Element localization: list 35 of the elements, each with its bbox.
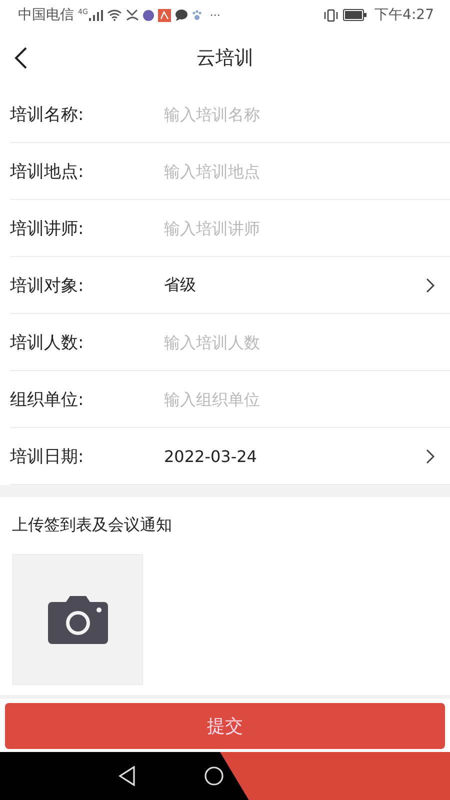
battery-icon — [342, 9, 367, 21]
missed-call-icon — [126, 9, 139, 21]
app-icon — [142, 10, 154, 20]
field-label: 培训人数: — [10, 332, 85, 354]
chat-bubble-icon — [174, 9, 188, 21]
paw-icon — [192, 10, 202, 20]
back-nav-icon[interactable] — [118, 766, 136, 786]
more-indicator: ··· — [210, 8, 220, 22]
camera-icon — [48, 596, 108, 644]
chevron-right-icon — [426, 278, 435, 292]
field-label: 培训名称: — [10, 104, 85, 126]
field-label: 培训地点: — [10, 160, 85, 182]
field-label: 培训对象: — [10, 274, 85, 296]
input-field[interactable]: 输入组织单位 — [164, 390, 434, 408]
photo-upload-button[interactable] — [12, 554, 143, 685]
select-field[interactable]: 2022-03-24 — [164, 436, 450, 476]
carrier-name: 中国电信 — [18, 6, 74, 24]
wifi-icon — [106, 9, 122, 21]
signal-icon — [88, 10, 103, 20]
input-field[interactable]: 输入培训地点 — [164, 162, 434, 180]
field-label: 培训讲师: — [10, 218, 85, 240]
page-title: 云培训 — [196, 46, 254, 71]
section-title: 上传签到表及会议通知 — [12, 515, 173, 536]
clock-time: 下午4:27 — [374, 6, 434, 24]
home-nav-icon[interactable] — [204, 766, 224, 786]
select-field[interactable]: 省级 — [164, 265, 450, 305]
input-field[interactable]: 输入培训名称 — [164, 104, 434, 124]
back-button[interactable] — [14, 46, 28, 70]
app-icon — [158, 8, 171, 22]
vibrate-icon — [322, 8, 339, 22]
chevron-right-icon — [426, 448, 435, 464]
input-field[interactable]: 输入培训讲师 — [164, 218, 434, 238]
field-label: 组织单位: — [10, 388, 85, 410]
field-label: 培训日期: — [10, 446, 85, 468]
input-field[interactable]: 输入培训人数 — [164, 332, 434, 352]
